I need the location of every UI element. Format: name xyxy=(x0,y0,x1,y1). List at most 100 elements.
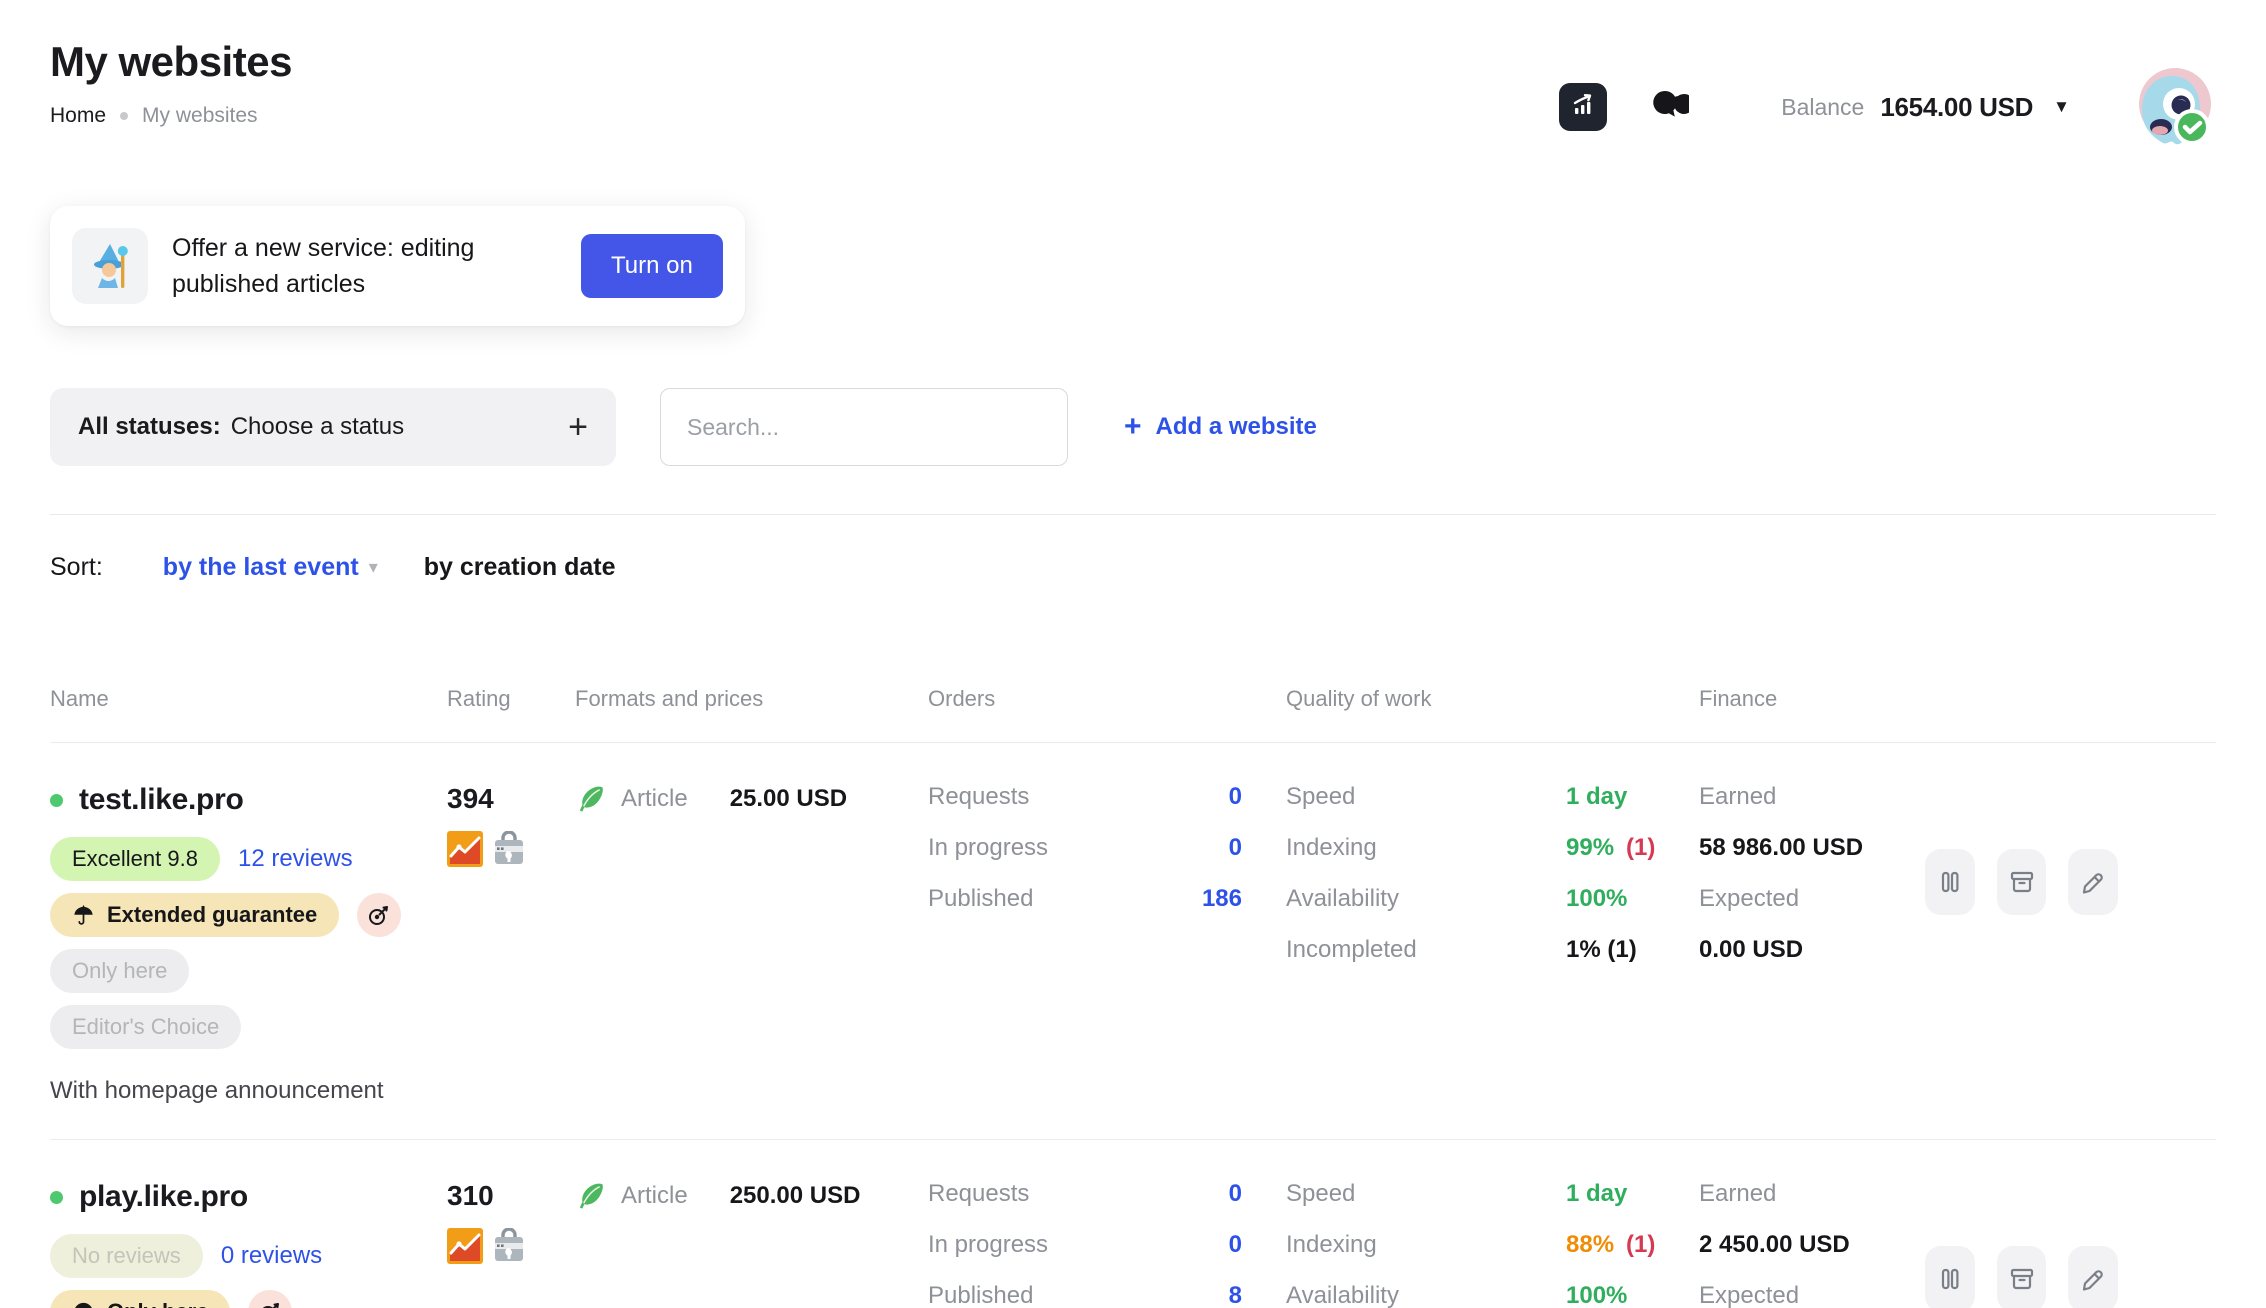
pencil-icon xyxy=(2079,868,2107,896)
finance-cell: Earned 58 986.00 USD Expected 0.00 USD xyxy=(1699,783,1925,987)
orders-cell: Requests0 In progress0 Published186 xyxy=(928,783,1286,936)
quality-cell: Speed1 day Indexing99%(1) Availability10… xyxy=(1286,783,1699,987)
col-quality: Quality of work xyxy=(1286,686,1699,712)
umbrella-icon xyxy=(72,904,95,927)
formats-cell: Article 250.00 USD xyxy=(575,1180,928,1212)
sort-by-creation-date[interactable]: by creation date xyxy=(424,553,616,582)
site-name-link[interactable]: test.like.pro xyxy=(79,783,243,817)
quality-label: Speed xyxy=(1286,783,1566,811)
quality-label: Indexing xyxy=(1286,1231,1566,1259)
quality-value: 1 day xyxy=(1566,1180,1627,1208)
finance-cell: Earned 2 450.00 USD Expected 0.00 USD xyxy=(1699,1180,1925,1308)
bar-chart-icon xyxy=(1569,91,1597,124)
reviews-link[interactable]: 0 reviews xyxy=(221,1242,322,1270)
orders-value[interactable]: 0 xyxy=(1229,783,1242,811)
filter-row: All statuses: Choose a status + + Add a … xyxy=(50,388,2216,466)
orders-value[interactable]: 0 xyxy=(1229,1180,1242,1208)
quality-label: Availability xyxy=(1286,1282,1566,1308)
orders-label: In progress xyxy=(928,834,1048,862)
breadcrumb-home-link[interactable]: Home xyxy=(50,104,106,128)
turn-on-button[interactable]: Turn on xyxy=(581,234,723,298)
orders-value[interactable]: 0 xyxy=(1229,834,1242,862)
quality-label: Speed xyxy=(1286,1180,1566,1208)
archive-button[interactable] xyxy=(1997,849,2047,915)
analytics-icon[interactable] xyxy=(447,831,483,872)
rating-value: 394 xyxy=(447,783,575,815)
dart-icon xyxy=(258,1300,282,1308)
status-filter-label: All statuses: xyxy=(78,413,221,441)
sort-by-last-event[interactable]: by the last event xyxy=(163,553,359,582)
chevron-down-icon: ▼ xyxy=(2053,97,2070,117)
expected-value: 0.00 USD xyxy=(1699,936,1925,964)
chat-bubbles-icon xyxy=(1645,83,1689,132)
archive-icon xyxy=(2008,1265,2036,1293)
target-badge xyxy=(248,1290,292,1308)
orders-value[interactable]: 0 xyxy=(1229,1231,1242,1259)
search-input[interactable] xyxy=(660,388,1068,466)
feather-icon xyxy=(575,783,607,815)
quality-label: Availability xyxy=(1286,885,1566,913)
divider xyxy=(50,514,2216,515)
plus-icon: + xyxy=(1124,412,1142,442)
dart-icon xyxy=(367,903,391,927)
feather-icon xyxy=(575,1180,607,1212)
quality-warning-count: (1) xyxy=(1626,1231,1655,1259)
sort-label: Sort: xyxy=(50,553,103,582)
pause-button[interactable] xyxy=(1925,849,1975,915)
webmaster-tools-icon[interactable] xyxy=(491,1228,527,1269)
row-actions xyxy=(1925,849,2118,915)
messages-button[interactable] xyxy=(1643,83,1691,131)
breadcrumb: Home My websites xyxy=(50,104,292,128)
sort-row: Sort: by the last event ▾ by creation da… xyxy=(50,553,2216,582)
format-price: 250.00 USD xyxy=(730,1182,861,1210)
status-filter-value: Choose a status xyxy=(231,413,404,441)
table-header: Name Rating Formats and prices Orders Qu… xyxy=(50,686,2216,743)
webmaster-tools-icon[interactable] xyxy=(491,831,527,872)
reviews-link[interactable]: 12 reviews xyxy=(238,845,353,873)
check-circle-icon xyxy=(72,1301,95,1308)
topbar-right: Balance 1654.00 USD ▼ xyxy=(1559,64,2216,150)
col-finance: Finance xyxy=(1699,686,1925,712)
topbar: My websites Home My websites xyxy=(50,38,2216,150)
avatar[interactable] xyxy=(2130,64,2216,150)
wizard-emoji xyxy=(72,228,148,304)
analytics-icon[interactable] xyxy=(447,1228,483,1269)
formats-cell: Article 25.00 USD xyxy=(575,783,928,815)
stats-button[interactable] xyxy=(1559,83,1607,131)
breadcrumb-current: My websites xyxy=(142,104,258,128)
quality-value: 99% xyxy=(1566,834,1614,862)
col-orders: Orders xyxy=(928,686,1286,712)
quality-label: Incompleted xyxy=(1286,936,1566,964)
table-row: test.like.pro Excellent 9.8 12 reviews E… xyxy=(50,743,2216,1140)
breadcrumb-separator-dot xyxy=(120,112,128,120)
chevron-down-icon: ▾ xyxy=(369,557,378,578)
status-filter[interactable]: All statuses: Choose a status + xyxy=(50,388,616,466)
quality-value: 1 day xyxy=(1566,783,1627,811)
expected-label: Expected xyxy=(1699,885,1925,913)
edit-button[interactable] xyxy=(2068,849,2118,915)
col-formats: Formats and prices xyxy=(575,686,928,712)
rating-badge: Excellent 9.8 xyxy=(50,837,220,881)
avatar-illustration xyxy=(2130,64,2216,150)
quality-label: Indexing xyxy=(1286,834,1566,862)
quality-warning-count: (1) xyxy=(1626,834,1655,862)
site-name-link[interactable]: play.like.pro xyxy=(79,1180,248,1214)
balance-value: 1654.00 USD xyxy=(1880,92,2033,123)
earned-value: 58 986.00 USD xyxy=(1699,834,1925,862)
homepage-announcement-note: With homepage announcement xyxy=(50,1077,447,1105)
col-name: Name xyxy=(50,686,447,712)
orders-value[interactable]: 186 xyxy=(1202,885,1242,913)
orders-value[interactable]: 8 xyxy=(1229,1282,1242,1308)
pause-button[interactable] xyxy=(1925,1246,1975,1308)
earned-value: 2 450.00 USD xyxy=(1699,1231,1925,1259)
balance-dropdown[interactable]: Balance 1654.00 USD ▼ xyxy=(1781,92,2070,123)
edit-button[interactable] xyxy=(2068,1246,2118,1308)
col-rating: Rating xyxy=(447,686,575,712)
new-service-banner: Offer a new service: editing published a… xyxy=(50,206,745,326)
add-website-button[interactable]: + Add a website xyxy=(1124,412,1317,442)
rating-cell: 394 xyxy=(447,783,575,872)
format-price: 25.00 USD xyxy=(730,785,847,813)
editors-choice-tag: Editor's Choice xyxy=(50,1005,241,1049)
archive-button[interactable] xyxy=(1997,1246,2047,1308)
quality-value: 100% xyxy=(1566,1282,1627,1308)
